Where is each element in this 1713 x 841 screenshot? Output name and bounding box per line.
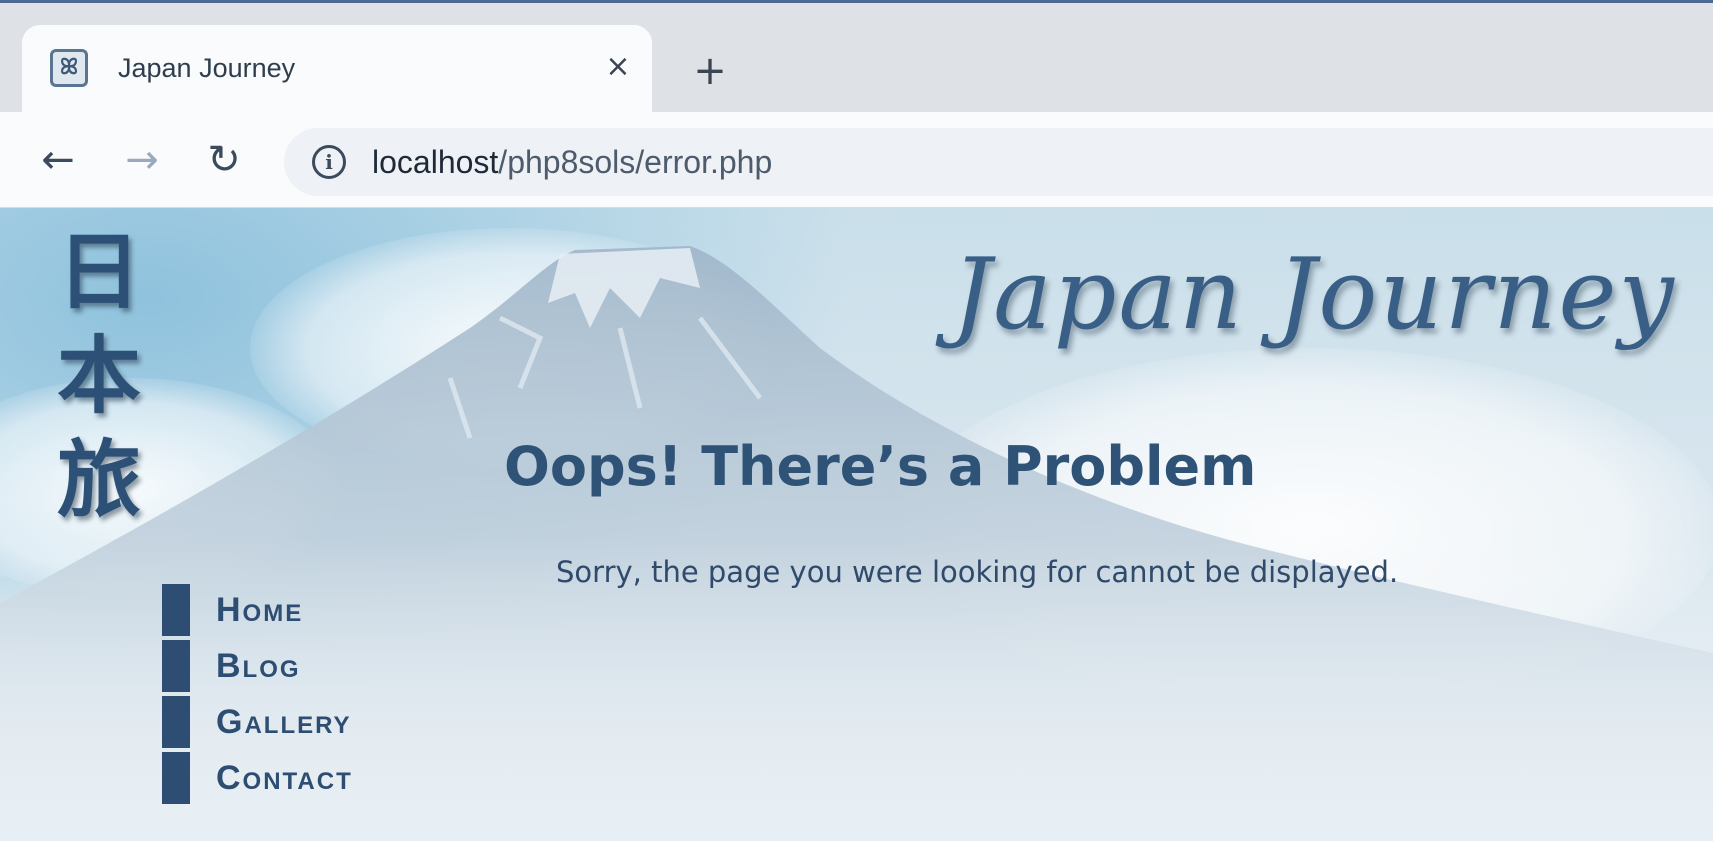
nav-marker [162, 640, 190, 692]
nav-marker [162, 752, 190, 804]
web-page: 日 本 旅 Japan Journey Oops! There’s a Prob… [0, 208, 1713, 841]
site-logo[interactable]: Japan Journey [952, 230, 1674, 360]
close-tab-icon[interactable]: × [598, 47, 638, 87]
nav-item-gallery[interactable]: Gallery [162, 696, 353, 748]
tab-strip: ꕤ Japan Journey × + [0, 0, 1713, 117]
nav-label[interactable]: Gallery [216, 696, 352, 748]
nav-item-blog[interactable]: Blog [162, 640, 353, 692]
url-text[interactable]: localhost/php8sols/error.php [372, 128, 772, 196]
nav-label[interactable]: Contact [216, 752, 353, 804]
kanji-character: 日 [56, 222, 141, 321]
address-bar[interactable]: i localhost/php8sols/error.php [284, 128, 1713, 196]
nav-marker [162, 584, 190, 636]
nav-marker [162, 696, 190, 748]
url-host: localhost [372, 144, 499, 180]
nav-label[interactable]: Blog [216, 640, 301, 692]
kanji-character: 本 [56, 326, 141, 425]
url-path: /php8sols/error.php [498, 144, 773, 180]
browser-toolbar: ← → ↻ i localhost/php8sols/error.php [0, 112, 1713, 208]
site-info-icon[interactable]: i [312, 145, 346, 179]
nav-label[interactable]: Home [216, 584, 303, 636]
xampp-favicon-icon: ꕤ [50, 49, 88, 87]
kanji-logo: 日 本 旅 [44, 220, 154, 532]
tab-title: Japan Journey [118, 53, 296, 83]
main-navigation: Home Blog Gallery Contact [162, 584, 353, 808]
nav-item-contact[interactable]: Contact [162, 752, 353, 804]
tab-japan-journey[interactable]: ꕤ Japan Journey × [22, 25, 652, 117]
nav-item-home[interactable]: Home [162, 584, 353, 636]
reload-icon[interactable]: ↻ [198, 134, 250, 186]
error-message: Sorry, the page you were looking for can… [556, 555, 1399, 589]
error-heading: Oops! There’s a Problem [504, 435, 1257, 498]
new-tab-icon[interactable]: + [688, 49, 732, 93]
kanji-character: 旅 [56, 430, 141, 529]
back-arrow-icon[interactable]: ← [32, 134, 84, 186]
forward-arrow-icon[interactable]: → [116, 134, 168, 186]
